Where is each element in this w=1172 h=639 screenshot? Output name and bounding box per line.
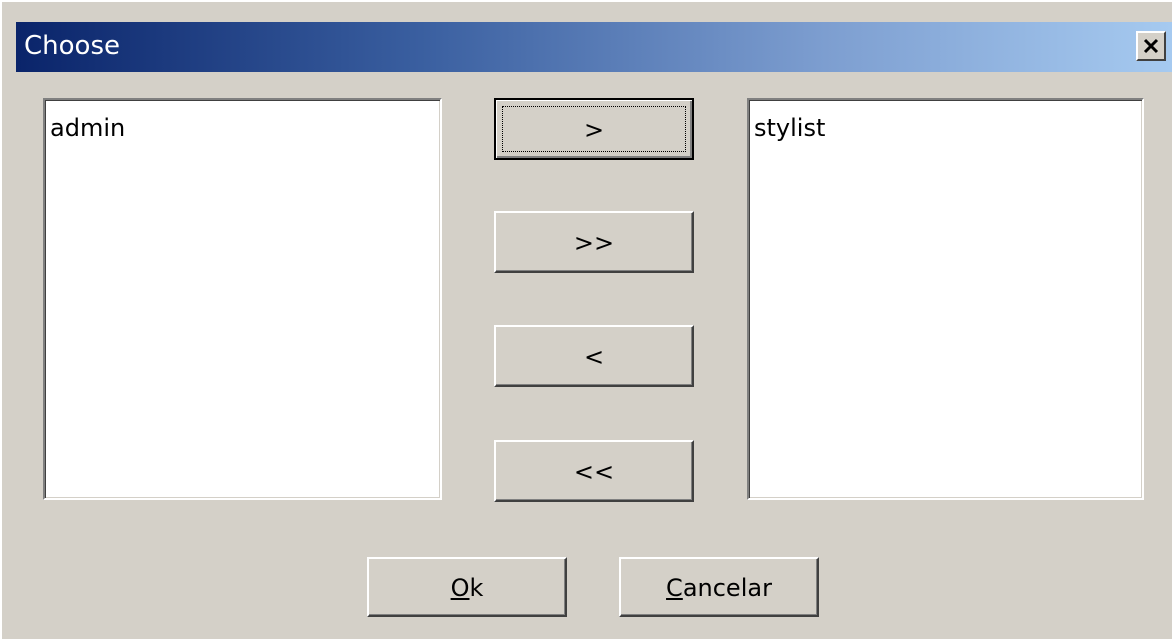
list-item[interactable]: admin <box>50 114 125 142</box>
choose-dialog: Choose admin > >> < << stylist Ok Cancel… <box>0 0 1172 639</box>
move-all-right-button[interactable]: >> <box>494 211 694 273</box>
move-all-left-label: << <box>573 458 615 486</box>
cancel-label-rest: ancelar <box>682 574 772 602</box>
cancel-mnemonic: C <box>666 574 683 602</box>
ok-mnemonic: O <box>450 574 470 602</box>
cancel-button[interactable]: Cancelar <box>619 557 819 617</box>
close-icon <box>1143 38 1159 54</box>
title-bar[interactable]: Choose <box>16 22 1172 72</box>
available-list[interactable]: admin <box>43 98 442 500</box>
move-left-button[interactable]: < <box>494 325 694 387</box>
move-all-right-label: >> <box>573 229 615 257</box>
ok-label: Ok <box>369 574 565 602</box>
close-button[interactable] <box>1136 31 1166 61</box>
move-all-left-button[interactable]: << <box>494 440 694 502</box>
move-right-label: > <box>583 116 605 144</box>
ok-button[interactable]: Ok <box>367 557 567 617</box>
cancel-label: Cancelar <box>621 574 817 602</box>
list-item[interactable]: stylist <box>754 114 825 142</box>
selected-list[interactable]: stylist <box>747 98 1144 500</box>
window-title: Choose <box>24 31 120 61</box>
ok-label-rest: k <box>469 574 484 602</box>
move-right-button[interactable]: > <box>494 98 694 160</box>
move-left-label: < <box>583 343 605 371</box>
